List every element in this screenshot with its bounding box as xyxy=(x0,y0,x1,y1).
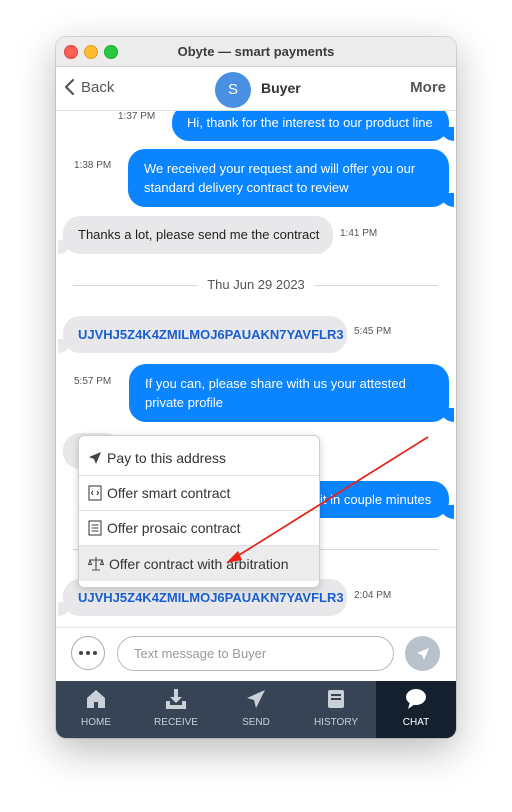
more-button[interactable]: More xyxy=(410,79,446,96)
message-time: 1:38 PM xyxy=(74,160,112,171)
outgoing-message[interactable]: We received your request and will offer … xyxy=(128,149,449,207)
scales-icon xyxy=(88,557,104,571)
bubble-tail xyxy=(440,408,454,422)
tab-label: HISTORY xyxy=(313,717,359,728)
avatar[interactable]: S xyxy=(215,72,251,108)
window-title: Obyte — smart payments xyxy=(177,44,335,59)
receive-icon xyxy=(166,689,186,709)
tab-label: RECEIVE xyxy=(154,717,198,728)
menu-item-smart-contract[interactable]: Offer smart contract xyxy=(79,476,319,511)
incoming-message[interactable]: Thanks a lot, please send me the contrac… xyxy=(63,216,333,254)
message-composer: Text message to Buyer xyxy=(56,627,456,682)
message-time: 1:41 PM xyxy=(340,228,378,239)
menu-item-prosaic-contract[interactable]: Offer prosaic contract xyxy=(79,511,319,546)
send-icon xyxy=(247,690,265,708)
outgoing-message[interactable]: If you can, please share with us your at… xyxy=(129,364,449,422)
message-list[interactable]: 1:37 PM Hi, thank for the interest to ou… xyxy=(56,111,456,627)
bubble-tail xyxy=(58,339,72,353)
chat-icon xyxy=(406,689,426,709)
tab-home[interactable]: HOME xyxy=(56,681,136,738)
menu-item-label: Offer contract with arbitration xyxy=(109,555,289,572)
bottom-tab-bar: HOME RECEIVE SEND HISTORY CHAT xyxy=(56,681,456,738)
address-link-message[interactable]: UJVHJ5Z4K4ZMILMOJ6PAUAKN7YAVFLR3 xyxy=(63,316,347,353)
more-options-button[interactable] xyxy=(71,636,105,670)
bubble-tail xyxy=(440,505,454,519)
menu-item-label: Offer prosaic contract xyxy=(107,520,241,536)
history-icon xyxy=(328,690,344,708)
send-arrow-icon xyxy=(416,647,429,660)
send-message-button[interactable] xyxy=(405,636,440,671)
menu-item-pay[interactable]: Pay to this address xyxy=(79,441,319,476)
bubble-tail xyxy=(440,193,454,207)
app-window: Obyte — smart payments Back S Buyer More… xyxy=(56,37,456,738)
send-arrow-icon xyxy=(89,452,101,464)
tab-label: CHAT xyxy=(402,717,430,728)
back-button[interactable]: Back xyxy=(64,78,114,96)
bubble-tail xyxy=(58,602,72,616)
menu-item-arbitration-contract[interactable]: Offer contract with arbitration xyxy=(79,546,319,581)
outgoing-message[interactable]: Hi, thank for the interest to our produc… xyxy=(172,111,449,141)
tab-label: SEND xyxy=(242,717,270,728)
message-time: 5:45 PM xyxy=(354,326,392,337)
bubble-tail xyxy=(440,127,454,141)
tab-history[interactable]: HISTORY xyxy=(296,681,376,738)
chat-header: Back S Buyer More xyxy=(56,67,456,111)
address-context-menu: Pay to this address Offer smart contract… xyxy=(78,435,320,588)
message-time: 1:37 PM xyxy=(118,111,156,122)
tab-label: HOME xyxy=(81,717,111,728)
page-title: Buyer xyxy=(261,80,301,96)
tab-send[interactable]: SEND xyxy=(216,681,296,738)
title-bar: Obyte — smart payments xyxy=(56,37,456,67)
home-icon xyxy=(87,690,105,708)
tab-receive[interactable]: RECEIVE xyxy=(136,681,216,738)
bubble-tail xyxy=(58,240,72,254)
message-input[interactable]: Text message to Buyer xyxy=(117,636,394,671)
back-label: Back xyxy=(81,78,115,96)
date-label: Thu Jun 29 2023 xyxy=(56,277,456,292)
chevron-left-icon xyxy=(64,78,75,96)
tab-chat[interactable]: CHAT xyxy=(376,681,456,738)
menu-item-label: Pay to this address xyxy=(107,450,227,466)
code-document-icon xyxy=(88,485,102,501)
message-time: 2:04 PM xyxy=(354,590,392,601)
message-time: 5:57 PM xyxy=(74,376,112,387)
menu-item-label: Offer smart contract xyxy=(107,485,231,501)
text-document-icon xyxy=(88,520,102,536)
